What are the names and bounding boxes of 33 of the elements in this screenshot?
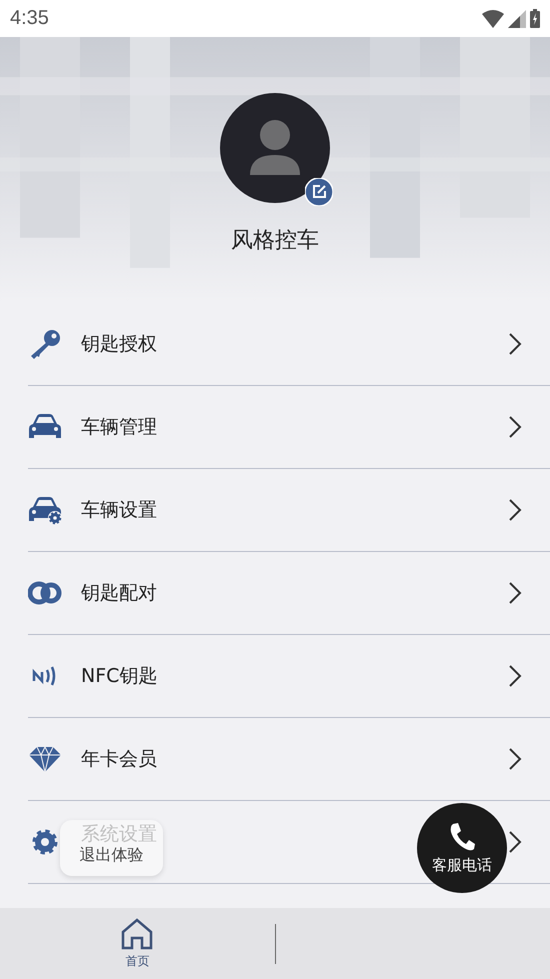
menu-label: NFC钥匙 [81,664,158,689]
car-gear-icon [28,495,62,525]
home-icon [120,917,154,951]
menu-item[interactable]: 年卡会员 [28,718,550,801]
avatar-icon[interactable] [220,93,330,203]
menu-label: 车辆管理 [81,415,157,440]
signal-icon [508,10,526,28]
menu-label: 钥匙授权 [81,332,157,357]
phone-icon [448,822,476,852]
call-button[interactable]: 客服电话 [417,803,507,893]
tab[interactable]: 首页 [120,917,154,970]
chevron-icon [508,830,522,854]
chevron-icon [508,415,522,439]
status-time: 4:35 [10,7,49,30]
menu-item[interactable]: 钥匙授权 [28,303,550,386]
menu-item[interactable]: 车辆设置 [28,469,550,552]
menu-item[interactable]: 车辆管理 [28,386,550,469]
profile-name: 风格控车 [231,227,319,255]
chevron-icon [508,332,522,356]
menu-label: 系统设置 [81,822,157,846]
battery-icon [530,9,540,28]
wifi-icon [482,10,504,28]
chevron-icon [508,498,522,522]
menu-label: 车辆设置 [81,498,157,523]
menu-item[interactable]: 钥匙配对 [28,552,550,635]
chevron-icon [508,664,522,688]
menu-item[interactable]: NFC钥匙 [28,635,550,718]
chevron-icon [508,581,522,605]
chevron-icon [508,747,522,771]
diamond-icon [28,744,62,774]
menu-label: 钥匙配对 [81,581,157,606]
edit-icon[interactable] [305,178,333,206]
menu-label: 年卡会员 [81,747,157,772]
